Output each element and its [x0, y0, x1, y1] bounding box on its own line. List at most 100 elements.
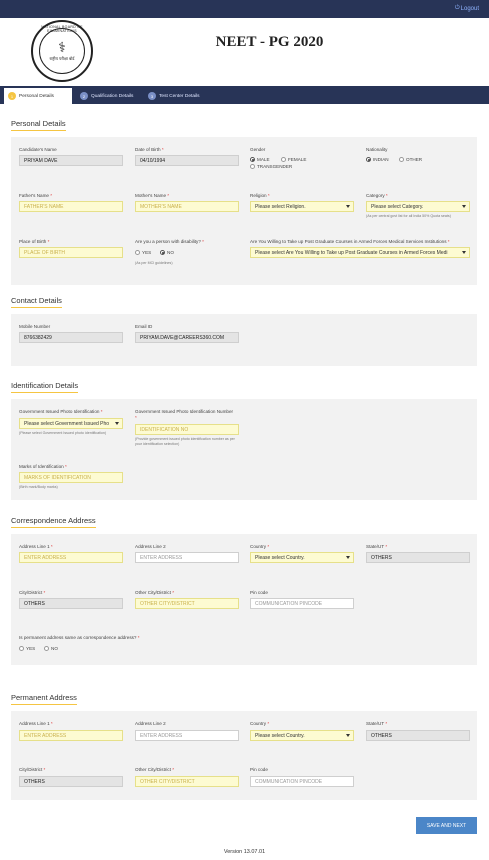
disability-yes-radio[interactable]: YES [135, 250, 151, 255]
perm-addr2-input[interactable]: ENTER ADDRESS [135, 730, 239, 741]
dob-field[interactable]: 04/10/1994 [135, 155, 239, 166]
chevron-down-icon [346, 556, 350, 559]
radio-dot [19, 646, 24, 651]
radio-dot [160, 250, 165, 255]
perm-other-city-input[interactable]: OTHER CITY/DISTRICT [135, 776, 239, 787]
tab-number: 1 [8, 92, 16, 100]
religion-select[interactable]: Please select Religion. [250, 201, 354, 212]
logo-hindi-text: राष्ट्रीय परीक्षा बोर्ड [49, 56, 75, 61]
corr-city-label: City/District * [19, 590, 46, 595]
perm-addr1-label: Address Line 1 * [19, 721, 53, 726]
disability-hint: (As per MCI guidelines) [135, 261, 173, 265]
perm-state-label: State/UT * [366, 721, 388, 726]
chevron-down-icon [346, 205, 350, 208]
corr-state-label: State/UT * [366, 544, 388, 549]
save-and-next-button[interactable]: SAVE AND NEXT [416, 817, 477, 834]
gov-id-number-input[interactable]: IDENTIFICATION NO [135, 424, 239, 435]
radio-dot [399, 157, 404, 162]
radio-dot [135, 250, 140, 255]
tab-personal-details[interactable]: 1 Personal Details [4, 88, 72, 104]
same-address-no-radio[interactable]: NO [44, 646, 58, 651]
tab-label: Test Center Details [159, 93, 200, 99]
corr-addr2-label: Address Line 2 [135, 544, 166, 549]
gov-id-label: Government Issued Photo Identification * [19, 409, 103, 414]
gov-id-number-label: Government Issued Photo Identification N… [135, 409, 234, 420]
armed-forces-label: Are You Willing to Take up Post Graduate… [250, 239, 450, 244]
perm-state-field[interactable]: OTHERS [366, 730, 470, 741]
logout-icon: ⏻ [454, 5, 460, 11]
chevron-down-icon [346, 734, 350, 737]
section-title-contact: Contact Details [11, 296, 62, 308]
step-tabs: 1 Personal Details 2 Qualification Detai… [0, 86, 489, 104]
section-title-identification: Identification Details [11, 381, 79, 393]
category-select[interactable]: Please select Category. [366, 201, 470, 212]
gender-transgender-radio[interactable]: TRANSGENDER [250, 164, 292, 169]
chevron-down-icon [115, 422, 119, 425]
mother-name-label: Mother's Name * [135, 193, 170, 198]
candidate-name-field[interactable]: PRIYAM DAVE [19, 155, 123, 166]
radio-dot [250, 157, 255, 162]
father-name-label: Father's Name * [19, 193, 53, 198]
logout-label: Logout [460, 5, 479, 12]
tab-number: 2 [80, 92, 88, 100]
tab-test-center-details[interactable]: 3 Test Center Details [144, 88, 214, 104]
corr-pin-label: Pin code [250, 590, 268, 595]
version-text: Version 13.07.01 [223, 849, 266, 855]
category-hint: (As per central govt list for all India … [366, 214, 451, 218]
nationality-label: Nationality [366, 147, 388, 152]
gender-female-radio[interactable]: FEMALE [281, 157, 306, 162]
section-title-personal: Personal Details [11, 119, 66, 131]
perm-other-city-label: Other City/District * [135, 767, 175, 772]
gender-label: Gender [250, 147, 266, 152]
marks-input[interactable]: MARKS OF IDENTIFICATION [19, 472, 123, 483]
tab-qualification-details[interactable]: 2 Qualification Details [76, 88, 146, 104]
perm-city-label: City/District * [19, 767, 46, 772]
radio-dot [281, 157, 286, 162]
corr-city-field[interactable]: OTHERS [19, 598, 123, 609]
corr-addr1-input[interactable]: ENTER ADDRESS [19, 552, 123, 563]
corr-addr2-input[interactable]: ENTER ADDRESS [135, 552, 239, 563]
place-of-birth-label: Place of Birth * [19, 239, 50, 244]
nationality-other-radio[interactable]: OTHER [399, 157, 422, 162]
armed-forces-select[interactable]: Please select Are You Willing to Take up… [250, 247, 470, 258]
place-of-birth-input[interactable]: PLACE OF BIRTH [19, 247, 123, 258]
marks-hint: (Birth mark/Body marks) [19, 485, 58, 489]
corr-pin-input[interactable]: COMMUNICATION PINCODE [250, 598, 354, 609]
corr-country-select[interactable]: Please select Country. [250, 552, 354, 563]
email-label: Email ID [135, 324, 153, 329]
corr-addr1-label: Address Line 1 * [19, 544, 53, 549]
top-bar: ⏻ Logout [0, 0, 489, 18]
tab-label: Personal Details [19, 93, 54, 99]
mobile-field[interactable]: 8766382429 [19, 332, 123, 343]
logout-link[interactable]: ⏻ Logout [455, 5, 479, 12]
chevron-down-icon [462, 205, 466, 208]
perm-pin-input[interactable]: COMMUNICATION PINCODE [250, 776, 354, 787]
gov-id-hint: (Please select Government Issued photo i… [19, 431, 107, 435]
page-header: NATIONAL BOARD OF EXAMINATIONS ⚕ राष्ट्र… [0, 18, 489, 86]
nbe-logo: NATIONAL BOARD OF EXAMINATIONS ⚕ राष्ट्र… [31, 20, 93, 82]
disability-no-radio[interactable]: NO [160, 250, 174, 255]
mother-name-input[interactable]: MOTHER'S NAME [135, 201, 239, 212]
chevron-down-icon [462, 251, 466, 254]
dob-label: Date of Birth * [135, 147, 164, 152]
perm-country-select[interactable]: Please select Country. [250, 730, 354, 741]
section-title-permanent: Permanent Address [11, 693, 77, 705]
radio-dot [366, 157, 371, 162]
perm-addr1-input[interactable]: ENTER ADDRESS [19, 730, 123, 741]
same-address-yes-radio[interactable]: YES [19, 646, 35, 651]
nationality-indian-radio[interactable]: INDIAN [366, 157, 389, 162]
disability-label: Are you a person with disability? * [135, 239, 204, 244]
gender-male-radio[interactable]: MALE [250, 157, 270, 162]
corr-state-field[interactable]: OTHERS [366, 552, 470, 563]
radio-dot [250, 164, 255, 169]
father-name-input[interactable]: FATHER'S NAME [19, 201, 123, 212]
email-field[interactable]: PRIYAM.DAVE@CAREERS360.COM [135, 332, 239, 343]
section-title-correspondence: Correspondence Address [11, 516, 96, 528]
candidate-name-label: Candidate's Name [19, 147, 57, 152]
page-title: NEET - PG 2020 [215, 34, 324, 50]
corr-other-city-input[interactable]: OTHER CITY/DISTRICT [135, 598, 239, 609]
gov-id-select[interactable]: Please select Government Issued Pho [19, 418, 123, 429]
identification-panel [11, 399, 477, 500]
perm-city-field[interactable]: OTHERS [19, 776, 123, 787]
perm-addr2-label: Address Line 2 [135, 721, 166, 726]
